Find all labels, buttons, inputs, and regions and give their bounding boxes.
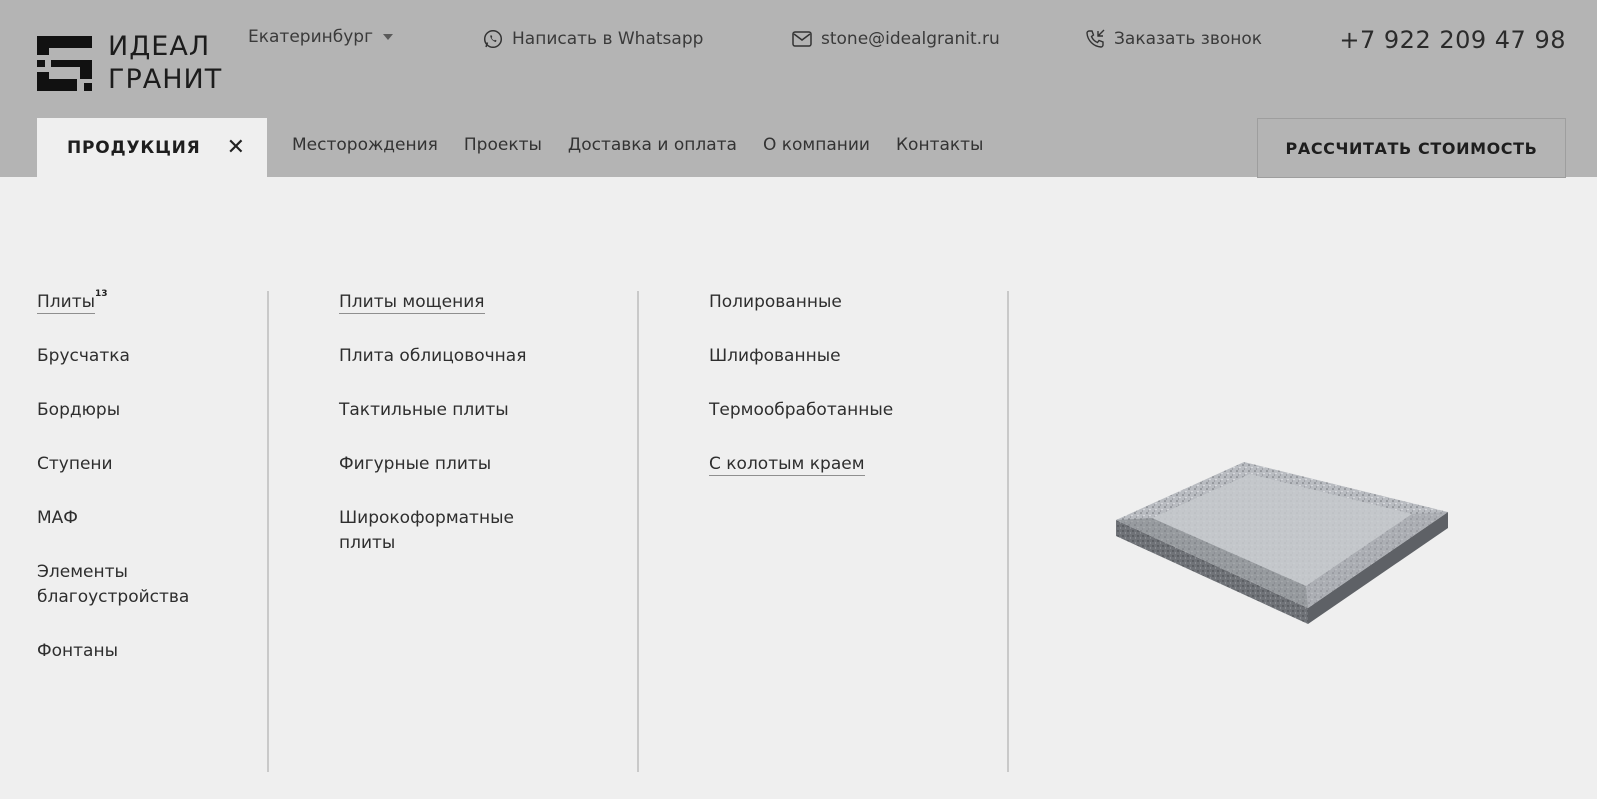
logo-icon — [37, 35, 92, 91]
logo-text: ИДЕАЛ ГРАНИТ — [108, 30, 222, 96]
nav-products-tab[interactable]: ПРОДУКЦИЯ ✕ — [37, 118, 267, 177]
calculate-cost-button[interactable]: РАССЧИТАТЬ СТОИМОСТЬ — [1257, 118, 1566, 178]
whatsapp-icon — [483, 29, 503, 49]
menu-item-paving-stones[interactable]: Брусчатка — [37, 344, 237, 369]
phone-call-icon — [1086, 29, 1105, 48]
city-selector[interactable]: Екатеринбург — [248, 27, 394, 47]
city-label: Екатеринбург — [248, 27, 374, 47]
finish-item-chipped-edge-label: С колотым краем — [709, 454, 865, 476]
main-nav: Месторождения Проекты Доставка и оплата … — [292, 135, 1009, 155]
close-icon[interactable]: ✕ — [227, 136, 245, 159]
menu-column-subcategories: Плиты мощения Плита облицовочная Тактиль… — [339, 290, 539, 585]
finish-item-ground[interactable]: Шлифованные — [709, 344, 893, 369]
granite-slab-image — [1116, 462, 1448, 624]
finish-item-thermo[interactable]: Термообработанные — [709, 398, 893, 423]
site-header: ИДЕАЛ ГРАНИТ Екатеринбург Написать в Wha… — [0, 0, 1597, 178]
submenu-item-tactile-plates[interactable]: Тактильные плиты — [339, 398, 539, 423]
logo-line-1: ИДЕАЛ — [108, 31, 211, 62]
count-badge: 13 — [95, 289, 108, 299]
nav-link-about[interactable]: О компании — [763, 135, 870, 155]
menu-item-maf[interactable]: МАФ — [37, 506, 237, 531]
menu-item-curbs[interactable]: Бордюры — [37, 398, 237, 423]
caret-down-icon — [383, 34, 394, 40]
whatsapp-label: Написать в Whatsapp — [512, 29, 704, 49]
submenu-item-facing-plate[interactable]: Плита облицовочная — [339, 344, 539, 369]
callback-label: Заказать звонок — [1114, 29, 1263, 49]
whatsapp-link[interactable]: Написать в Whatsapp — [483, 29, 703, 49]
email-label: stone@idealgranit.ru — [821, 29, 1000, 49]
submenu-item-paving-plates[interactable]: Плиты мощения — [339, 290, 539, 315]
logo[interactable]: ИДЕАЛ ГРАНИТ — [37, 30, 222, 96]
finish-item-chipped-edge[interactable]: С колотым краем — [709, 452, 893, 477]
phone-number[interactable]: +7 922 209 47 98 — [1339, 26, 1566, 54]
logo-line-2: ГРАНИТ — [108, 64, 223, 95]
nav-link-contacts[interactable]: Контакты — [896, 135, 984, 155]
email-link[interactable]: stone@idealgranit.ru — [792, 29, 1000, 49]
nav-products-label: ПРОДУКЦИЯ — [67, 137, 201, 158]
column-divider — [637, 291, 639, 772]
callback-link[interactable]: Заказать звонок — [1085, 29, 1262, 49]
nav-link-projects[interactable]: Проекты — [464, 135, 542, 155]
finish-item-polished[interactable]: Полированные — [709, 290, 893, 315]
menu-item-plates[interactable]: Плиты 13 — [37, 289, 237, 315]
submenu-item-paving-plates-label: Плиты мощения — [339, 292, 485, 314]
menu-column-finishes: Полированные Шлифованные Термообработанн… — [709, 290, 893, 506]
menu-item-plates-label: Плиты — [37, 292, 96, 314]
column-divider — [1007, 291, 1009, 772]
nav-link-delivery[interactable]: Доставка и оплата — [568, 135, 737, 155]
menu-item-landscaping[interactable]: Элементы благоустройства — [37, 560, 237, 610]
nav-link-deposits[interactable]: Месторождения — [292, 135, 438, 155]
menu-item-fountains[interactable]: Фонтаны — [37, 639, 237, 664]
submenu-item-large-format-plates[interactable]: Широкоформатные плиты — [339, 506, 539, 556]
mail-icon — [792, 31, 812, 47]
column-divider — [267, 291, 269, 772]
menu-column-categories: Плиты 13 Брусчатка Бордюры Ступени МАФ Э… — [37, 289, 237, 693]
submenu-item-shaped-plates[interactable]: Фигурные плиты — [339, 452, 539, 477]
menu-item-steps[interactable]: Ступени — [37, 452, 237, 477]
